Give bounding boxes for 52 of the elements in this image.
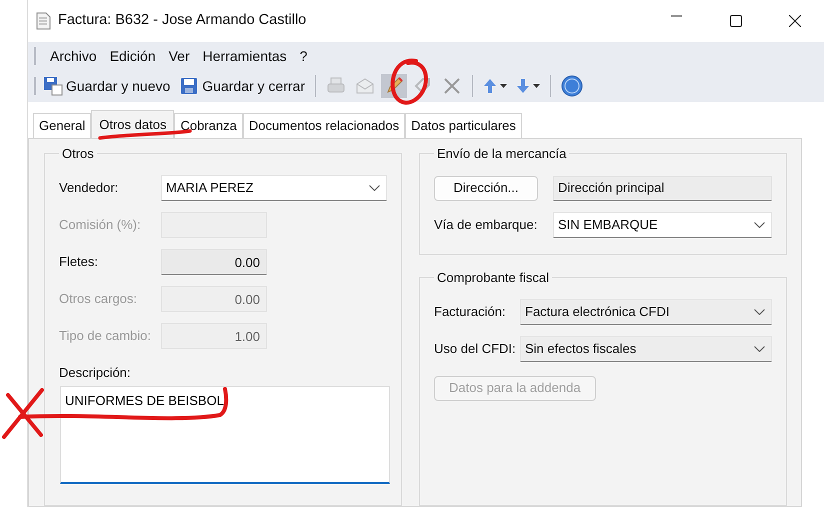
- field-label: Descripción:: [59, 364, 132, 382]
- envelope-icon: [355, 76, 375, 96]
- delete-icon: [442, 76, 462, 96]
- menu-item[interactable]: Edición: [110, 46, 156, 66]
- window-title: Factura: B632 - Jose Armando Castillo: [58, 11, 306, 30]
- caret-icon: [500, 84, 507, 88]
- group-title: Otros: [61, 146, 95, 160]
- field-label: Vendedor:: [59, 179, 120, 198]
- text-area[interactable]: UNIFORMES DE BEISBOL: [60, 386, 390, 484]
- input-field[interactable]: 0.00: [161, 249, 267, 275]
- address-button[interactable]: Dirección...: [434, 176, 538, 200]
- menu-item[interactable]: ?: [300, 46, 308, 66]
- dropdown[interactable]: Sin efectos fiscales: [520, 336, 772, 362]
- document-icon: [36, 12, 51, 30]
- minimize-icon[interactable]: [671, 15, 682, 17]
- group-title: Comprobante fiscal: [436, 270, 550, 284]
- toolbar-button[interactable]: Guardar y cerrar: [176, 74, 308, 98]
- close-icon[interactable]: [788, 15, 800, 27]
- read-only-field: Dirección principal: [553, 176, 772, 200]
- caret-icon: [533, 84, 540, 88]
- chevron-icon: [754, 346, 765, 352]
- help-icon: [561, 75, 583, 97]
- maximize-icon[interactable]: [730, 15, 742, 27]
- field-label: Comisión (%):: [59, 216, 142, 234]
- tab[interactable]: Datos particulares: [405, 113, 522, 138]
- save-icon: [179, 76, 200, 96]
- field-label: Fletes:: [59, 253, 100, 272]
- dropdown[interactable]: MARIA PEREZ: [161, 175, 387, 201]
- up-arrow-icon: [483, 78, 497, 94]
- chevron-icon: [754, 309, 765, 315]
- tab[interactable]: Documentos relacionados: [242, 113, 406, 138]
- down-arrow-icon: [516, 78, 530, 94]
- chevron-icon: [754, 222, 765, 228]
- toolbar-button[interactable]: Guardar y nuevo: [40, 74, 174, 98]
- field-label: Uso del CFDI:: [434, 340, 517, 358]
- dropdown[interactable]: Factura electrónica CFDI: [520, 299, 772, 325]
- tab[interactable]: General: [33, 113, 92, 138]
- menu-item[interactable]: Ver: [168, 46, 190, 66]
- tab[interactable]: Cobranza: [174, 113, 243, 138]
- circle-mark: [390, 58, 428, 105]
- field-label: Facturación:: [434, 303, 507, 322]
- save-icon: [43, 76, 63, 96]
- field-label: Tipo de cambio:: [59, 327, 152, 346]
- field-label: Vía de embarque:: [434, 216, 538, 234]
- group-title: Envío de la mercancía: [436, 146, 568, 160]
- cross-mark: [2, 388, 44, 439]
- menu-item[interactable]: Archivo: [50, 46, 97, 66]
- chevron-icon: [369, 185, 380, 191]
- dropdown[interactable]: SIN EMBARQUE: [553, 212, 772, 238]
- field-label: Otros cargos:: [59, 290, 138, 308]
- pencil-icon: [384, 76, 404, 96]
- menu-item[interactable]: Herramientas: [202, 46, 287, 66]
